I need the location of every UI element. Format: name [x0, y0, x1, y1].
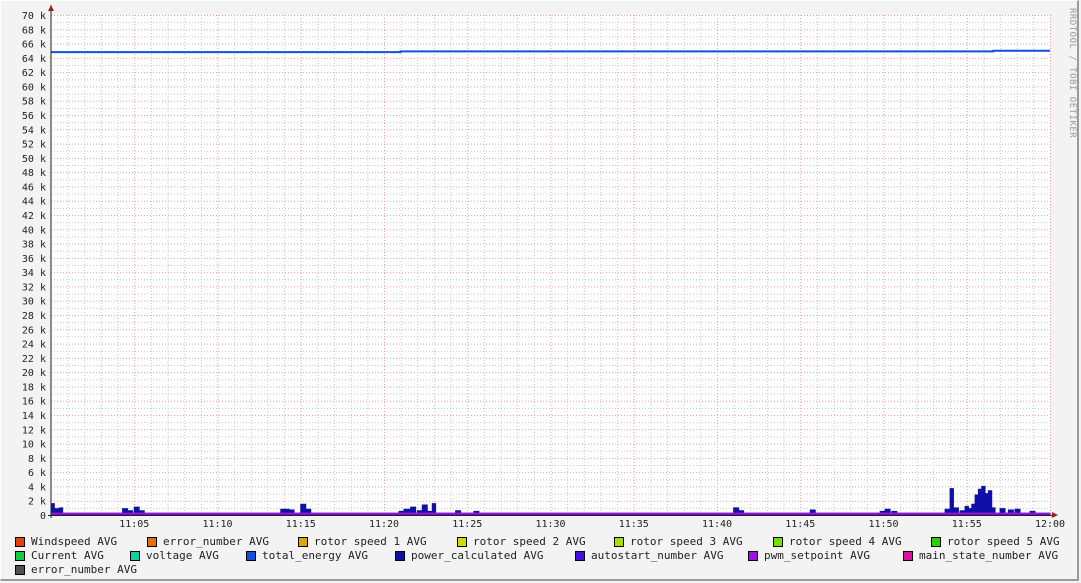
x-tick-label: 11:05	[119, 519, 149, 530]
legend-item: power_calculated AVG	[395, 549, 543, 562]
legend-item: main_state_number AVG	[903, 549, 1058, 562]
y-tick-label: 16 k	[22, 397, 46, 408]
y-axis-arrow-icon	[48, 5, 54, 11]
y-tick-label: 24 k	[22, 340, 46, 351]
legend-item: autostart_number AVG	[575, 549, 723, 562]
y-tick-label: 64 k	[22, 54, 46, 65]
legend-label: error_number AVG	[163, 535, 269, 548]
rrd-chart: 11:05 11:10 11:15 11:20 11:25 11:30 11:35 11:40…	[22, 5, 1065, 530]
legend-label: main_state_number AVG	[919, 549, 1059, 562]
legend-label: Windspeed AVG	[31, 535, 118, 548]
legend-swatch	[903, 550, 913, 561]
legend-swatch	[298, 536, 308, 547]
legend-item: voltage AVG	[130, 549, 219, 562]
legend-label: rotor speed 1 AVG	[314, 535, 427, 548]
legend-item: rotor speed 5 AVG	[931, 535, 1060, 548]
y-tick-label: 10 k	[22, 440, 46, 451]
legend-swatch	[147, 536, 157, 547]
rrdtool-watermark: RRDTOOL / TOBI OETIKER	[1067, 8, 1077, 139]
legend-label: rotor speed 3 AVG	[630, 535, 743, 548]
x-axis-arrow-icon	[1052, 512, 1058, 518]
x-tick-label: 11:55	[952, 519, 982, 530]
x-tick-label: 11:20	[369, 519, 399, 530]
y-tick-label: 70 k	[22, 11, 46, 22]
legend-swatch	[15, 550, 25, 561]
x-tick-label: 11:30	[535, 519, 565, 530]
y-tick-label: 6 k	[28, 468, 46, 479]
y-tick-label: 42 k	[22, 211, 46, 222]
legend-item: rotor speed 2 AVG	[457, 535, 586, 548]
legend-item: rotor speed 1 AVG	[298, 535, 427, 548]
x-tick-label: 11:15	[286, 519, 316, 530]
legend-label: Current AVG	[31, 549, 104, 562]
y-tick-label: 36 k	[22, 254, 46, 265]
legend-label: rotor speed 2 AVG	[473, 535, 586, 548]
y-tick-label: 40 k	[22, 225, 46, 236]
y-tick-label: 30 k	[22, 297, 46, 308]
legend-label: error_number AVG	[31, 563, 137, 576]
x-tick-label: 11:35	[619, 519, 649, 530]
y-tick-label: 48 k	[22, 168, 46, 179]
y-tick-label: 34 k	[22, 268, 46, 279]
y-tick-label: 20 k	[22, 368, 46, 379]
y-tick-label: 8 k	[28, 454, 46, 465]
y-tick-label: 56 k	[22, 111, 46, 122]
legend-label: total_energy AVG	[262, 549, 368, 562]
y-tick-label: 2 k	[28, 497, 46, 508]
y-tick-label: 14 k	[22, 411, 46, 422]
legend-swatch	[614, 536, 624, 547]
legend-item: rotor speed 3 AVG	[614, 535, 743, 548]
legend-swatch	[246, 550, 256, 561]
legend-label: autostart_number AVG	[591, 549, 724, 562]
y-tick-label: 0	[40, 511, 46, 522]
x-tick-label: 11:45	[785, 519, 815, 530]
legend-swatch	[575, 550, 585, 561]
legend-swatch	[395, 550, 405, 561]
legend-label: voltage AVG	[146, 549, 219, 562]
y-tick-label: 66 k	[22, 40, 46, 51]
y-tick-label: 68 k	[22, 25, 46, 36]
y-tick-label: 58 k	[22, 97, 46, 108]
legend-item: pwm_setpoint AVG	[748, 549, 870, 562]
y-tick-label: 62 k	[22, 68, 46, 79]
legend-swatch	[15, 536, 25, 547]
legend-swatch	[15, 564, 25, 575]
x-tick-label: 11:10	[202, 519, 232, 530]
legend-swatch	[773, 536, 783, 547]
y-tick-label: 4 k	[28, 482, 46, 493]
legend-label: power_calculated AVG	[411, 549, 544, 562]
y-tick-label: 46 k	[22, 182, 46, 193]
legend-item: total_energy AVG	[246, 549, 368, 562]
y-tick-label: 28 k	[22, 311, 46, 322]
y-tick-label: 18 k	[22, 382, 46, 393]
y-tick-label: 32 k	[22, 282, 46, 293]
y-tick-label: 26 k	[22, 325, 46, 336]
y-tick-label: 60 k	[22, 82, 46, 93]
legend-item: Windspeed AVG	[15, 535, 117, 548]
legend-item: error_number AVG	[15, 563, 137, 576]
x-tick-label: 11:25	[452, 519, 482, 530]
y-tick-label: 12 k	[22, 425, 46, 436]
y-tick-label: 54 k	[22, 125, 46, 136]
y-tick-label: 50 k	[22, 154, 46, 165]
legend-swatch	[931, 536, 941, 547]
legend-label: rotor speed 4 AVG	[789, 535, 902, 548]
legend-swatch	[457, 536, 467, 547]
legend-item: error_number AVG	[147, 535, 269, 548]
legend-label: pwm_setpoint AVG	[764, 549, 870, 562]
legend-swatch	[748, 550, 758, 561]
legend-item: rotor speed 4 AVG	[773, 535, 902, 548]
legend-item: Current AVG	[15, 549, 104, 562]
y-tick-label: 22 k	[22, 354, 46, 365]
y-tick-label: 52 k	[22, 140, 46, 151]
legend-label: rotor speed 5 AVG	[947, 535, 1060, 548]
legend-swatch	[130, 550, 140, 561]
x-tick-label: 12:00	[1035, 519, 1065, 530]
x-tick-label: 11:40	[702, 519, 732, 530]
x-tick-label: 11:50	[868, 519, 898, 530]
y-tick-label: 38 k	[22, 240, 46, 251]
y-tick-label: 44 k	[22, 197, 46, 208]
